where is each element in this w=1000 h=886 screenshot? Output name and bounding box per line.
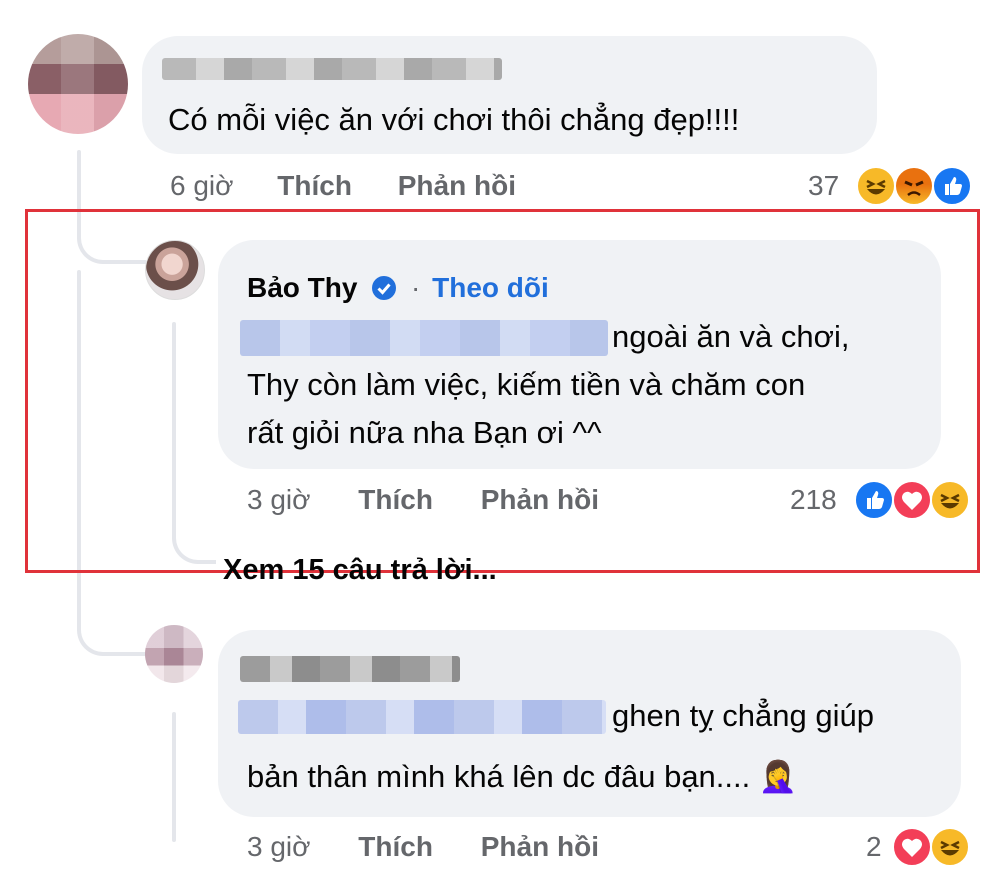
- reply-bubble-bao-thy: Bảo Thy · Theo dõi ngoài ăn và chơi, Thy…: [218, 240, 941, 469]
- love-reaction-icon: [892, 827, 932, 867]
- avatar-commenter-2[interactable]: [145, 625, 203, 683]
- like-button[interactable]: Thích: [358, 484, 433, 515]
- comment-text: Có mỗi việc ăn với chơi thôi chẳng đẹp!!…: [168, 102, 740, 137]
- comment-bubble-1: Có mỗi việc ăn với chơi thôi chẳng đẹp!!…: [142, 36, 877, 154]
- reaction-count[interactable]: 2: [866, 830, 882, 864]
- reaction-count[interactable]: 218: [790, 483, 837, 517]
- reply-button[interactable]: Phản hồi: [481, 484, 599, 515]
- like-reaction-icon: [854, 480, 894, 520]
- reply-text-line-3: rất giỏi nữa nha Bạn ơi ^^: [247, 415, 602, 450]
- love-reaction-icon: [892, 480, 932, 520]
- blurred-mention[interactable]: [240, 320, 608, 356]
- comment-bubble-2: ghen tỵ chẳng giúp bản thân mình khá lên…: [218, 630, 961, 817]
- view-more-replies-link[interactable]: Xem 15 câu trả lời...: [223, 553, 497, 587]
- reply-button[interactable]: Phản hồi: [481, 831, 599, 862]
- like-button[interactable]: Thích: [277, 170, 352, 201]
- comment-text-line-2: bản thân mình khá lên dc đâu bạn.... 🤦‍♀…: [247, 753, 798, 801]
- avatar-commenter-1[interactable]: [28, 34, 128, 134]
- reply-button[interactable]: Phản hồi: [398, 170, 516, 201]
- reply-meta-1: 3 giờ Thích Phản hồi: [247, 483, 599, 517]
- angry-reaction-icon: [894, 166, 934, 206]
- comment-text: bản thân mình khá lên dc đâu bạn....: [247, 759, 751, 794]
- avatar-bao-thy[interactable]: [145, 240, 205, 300]
- reply-text-line-1: ngoài ăn và chơi,: [612, 319, 850, 354]
- comment-text-line-1: ghen tỵ chẳng giúp: [612, 698, 874, 733]
- like-button[interactable]: Thích: [358, 831, 433, 862]
- blurred-author-name[interactable]: [162, 58, 502, 80]
- reply-thread-line: [172, 712, 176, 842]
- blurred-author-name[interactable]: [240, 656, 460, 682]
- reaction-count[interactable]: 37: [808, 169, 839, 203]
- haha-reaction-icon: [930, 480, 970, 520]
- verified-badge-icon: [371, 275, 397, 309]
- author-name[interactable]: Bảo Thy: [247, 272, 357, 303]
- blurred-mention[interactable]: [238, 700, 606, 734]
- separator-dot: ·: [411, 272, 421, 303]
- comment-time[interactable]: 6 giờ: [170, 170, 234, 201]
- comment-meta-2: 3 giờ Thích Phản hồi: [247, 830, 599, 864]
- haha-reaction-icon: [856, 166, 896, 206]
- comment-time[interactable]: 3 giờ: [247, 831, 311, 862]
- reply-text-line-2: Thy còn làm việc, kiếm tiền và chăm con: [247, 367, 806, 402]
- like-reaction-icon: [932, 166, 972, 206]
- reply-time[interactable]: 3 giờ: [247, 484, 311, 515]
- facepalm-emoji: 🤦‍♀️: [758, 759, 798, 795]
- thread-connector-comment2: [77, 600, 146, 656]
- haha-reaction-icon: [930, 827, 970, 867]
- comment-meta-1: 6 giờ Thích Phản hồi: [170, 169, 516, 203]
- follow-button[interactable]: Theo dõi: [432, 272, 549, 303]
- reply-author: Bảo Thy · Theo dõi: [247, 271, 549, 309]
